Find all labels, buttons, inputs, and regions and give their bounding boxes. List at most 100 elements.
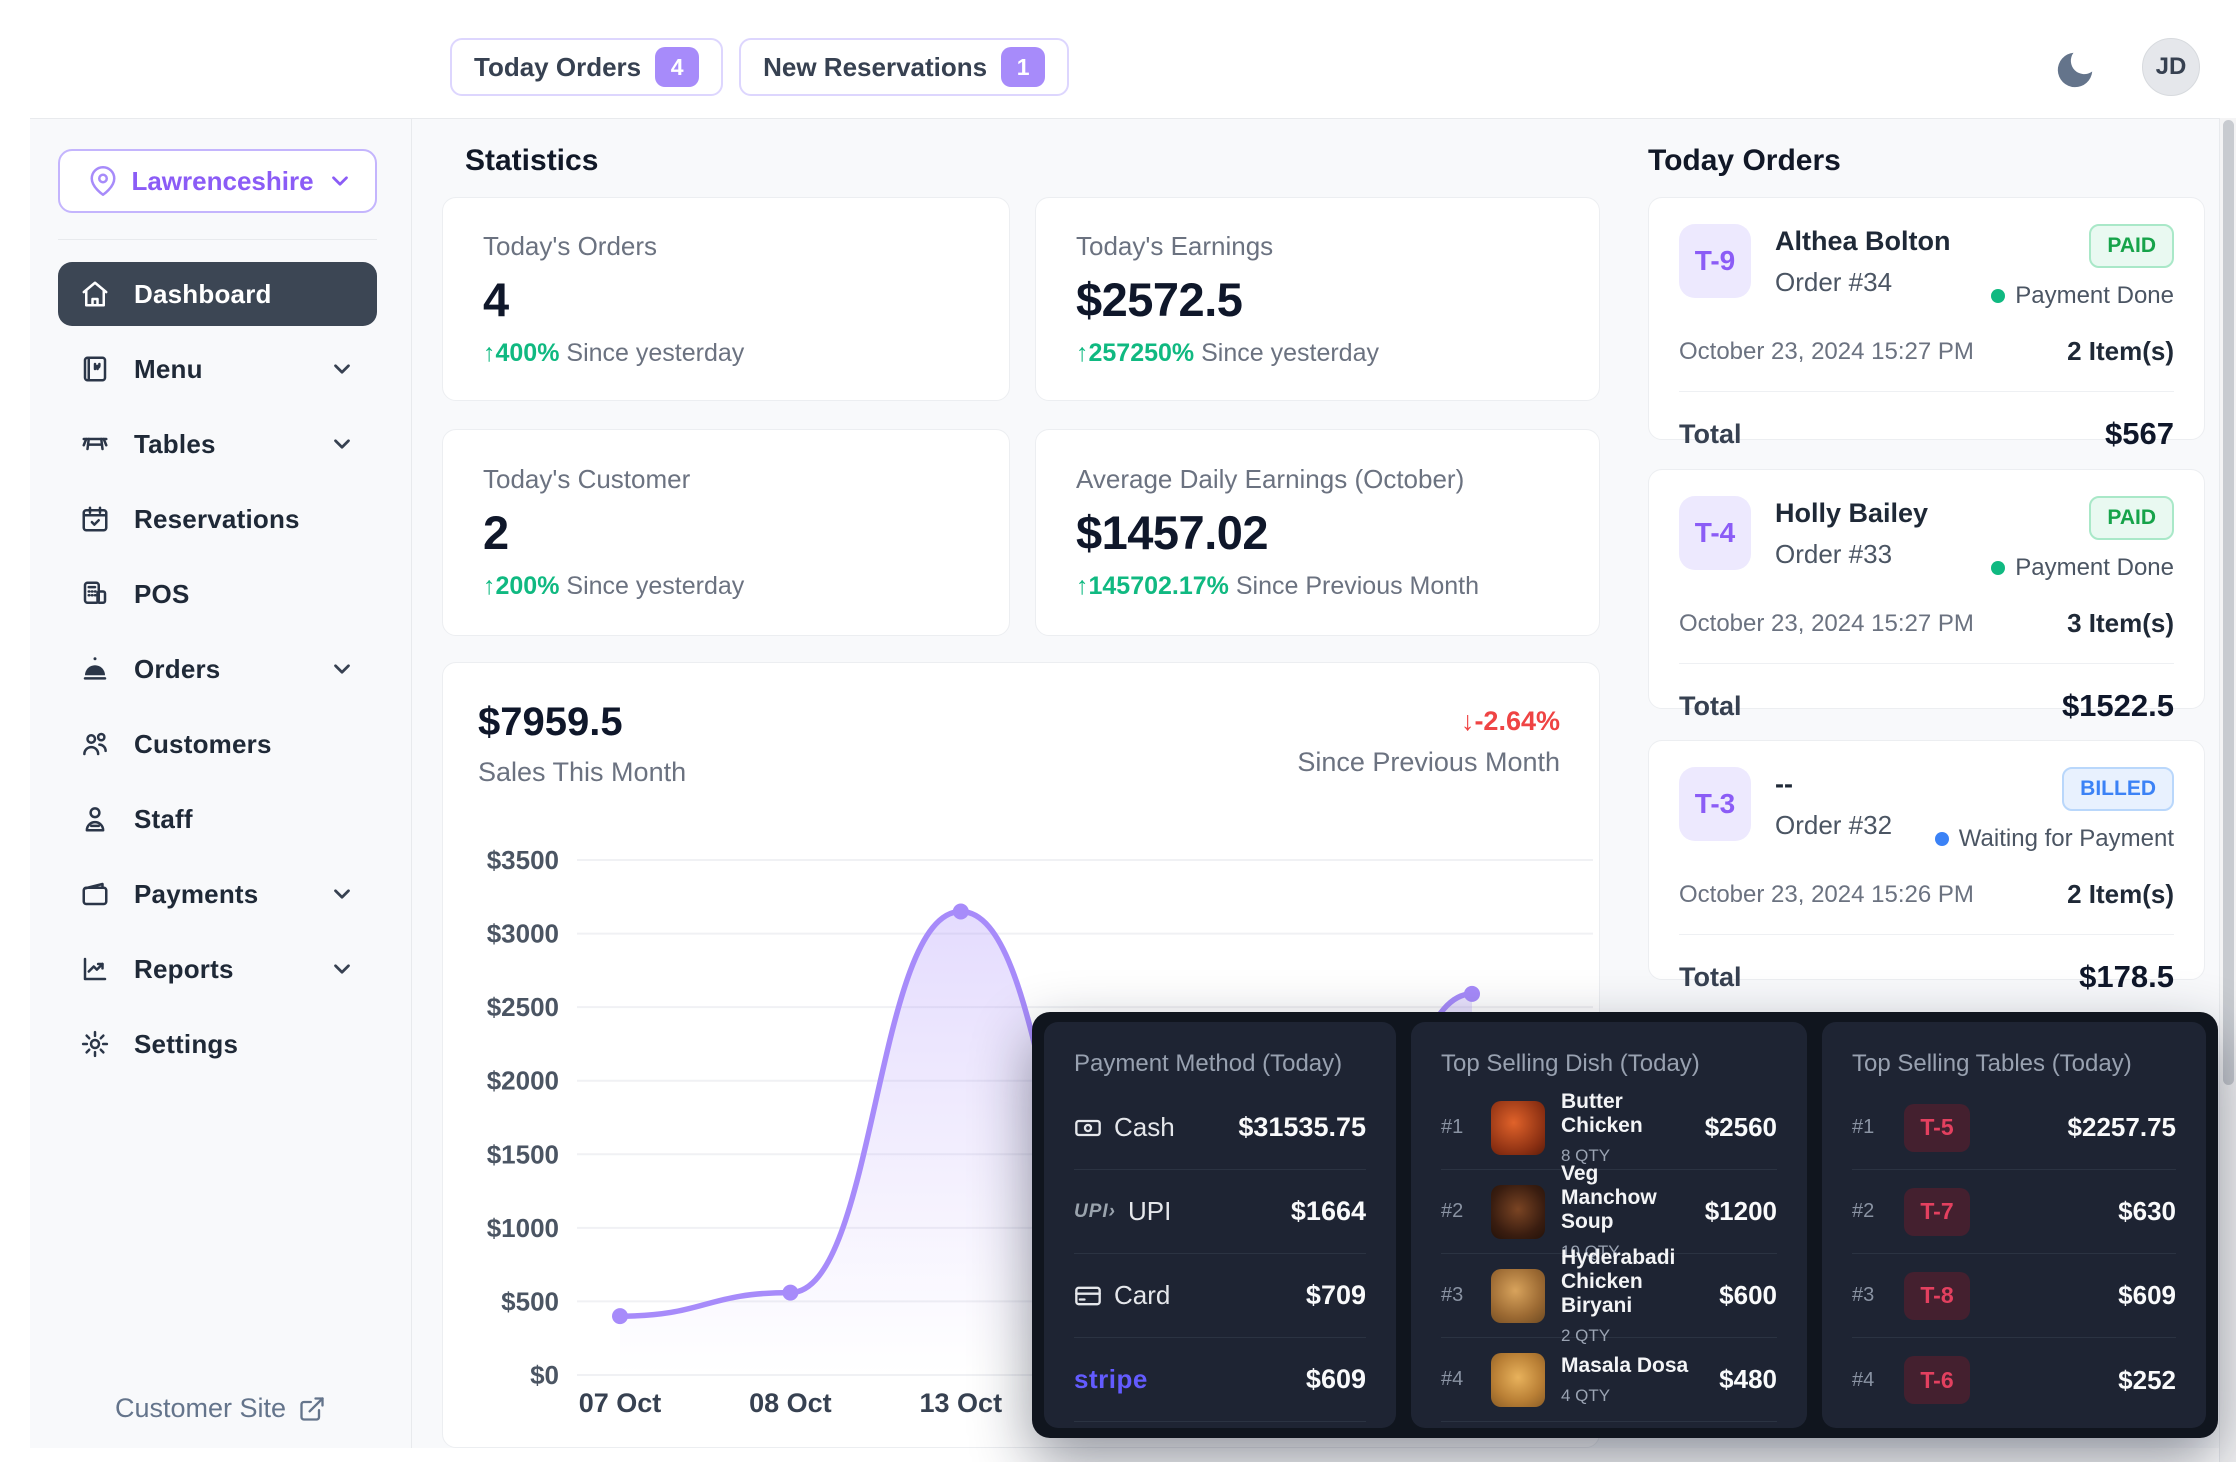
scrollbar-thumb[interactable]: [2223, 120, 2234, 1085]
order-card[interactable]: T-3 -- Order #32 BILLED Waiting for Paym…: [1648, 740, 2205, 980]
customer-site-link[interactable]: Customer Site: [30, 1393, 411, 1424]
header-quick-buttons: Today Orders 4 New Reservations 1: [450, 38, 1069, 96]
order-customer-name: Althea Bolton: [1775, 226, 1951, 257]
payment-status-dot: [1991, 561, 2005, 575]
table-row: #2 T-7 $630: [1852, 1170, 2176, 1254]
upi-logo: UPI›: [1074, 1201, 1116, 1223]
order-card[interactable]: T-4 Holly Bailey Order #33 PAID Payment …: [1648, 469, 2205, 709]
location-label: Lawrenceshire: [118, 166, 327, 197]
payment-method-name: UPI: [1128, 1196, 1171, 1227]
table-row: #1 T-5 $2257.75: [1852, 1086, 2176, 1170]
sidebar-item-staff[interactable]: Staff: [58, 787, 377, 851]
top-selling-tables-panel: Top Selling Tables (Today) #1 T-5 $2257.…: [1822, 1022, 2206, 1428]
customer-site-label: Customer Site: [115, 1393, 286, 1424]
dish-amount: $600: [1719, 1280, 1777, 1311]
order-total-label: Total: [1679, 419, 1742, 450]
sidebar-item-pos[interactable]: POS: [58, 562, 377, 626]
dish-amount: $2560: [1705, 1112, 1777, 1143]
order-card[interactable]: T-9 Althea Bolton Order #34 PAID Payment…: [1648, 197, 2205, 440]
today-orders-button[interactable]: Today Orders 4: [450, 38, 723, 96]
table-amount: $609: [2118, 1280, 2176, 1311]
payment-status-note: Payment Done: [2015, 282, 2174, 310]
dashboard-page: Today Orders 4 New Reservations 1 JD Law…: [0, 0, 2236, 1462]
svg-text:$2000: $2000: [487, 1066, 559, 1096]
cloche-icon: [80, 654, 110, 684]
order-item-count: 3 Item(s): [2067, 608, 2174, 639]
chevron-down-icon: [329, 656, 355, 682]
sidebar-item-label: Tables: [134, 429, 216, 460]
top-selling-tables-title: Top Selling Tables (Today): [1852, 1050, 2176, 1078]
sidebar-item-label: Payments: [134, 879, 258, 910]
stat-value: 2: [483, 505, 969, 560]
stat-label: Today's Earnings: [1076, 231, 1559, 262]
staff-person-icon: [80, 804, 110, 834]
order-total-amount: $178.5: [2079, 959, 2174, 995]
dish-name: Hyderabadi Chicken Biryani: [1561, 1246, 1703, 1318]
order-number: Order #33: [1775, 539, 1928, 570]
stat-delta-pct: 400%: [496, 339, 560, 367]
pos-terminal-icon: [80, 579, 110, 609]
dark-mode-toggle[interactable]: [2052, 44, 2104, 96]
order-timestamp: October 23, 2024 15:27 PM: [1679, 610, 1974, 638]
order-item-count: 2 Item(s): [2067, 336, 2174, 367]
dish-rank: #2: [1441, 1200, 1475, 1223]
order-total-label: Total: [1679, 962, 1742, 993]
order-total-amount: $567: [2105, 416, 2174, 452]
sidebar-item-payments[interactable]: Payments: [58, 862, 377, 926]
stat-delta-pct: 145702.17%: [1089, 572, 1229, 600]
dish-row: #1 Butter Chicken 8 QTY $2560: [1441, 1086, 1777, 1170]
dish-image: [1491, 1269, 1545, 1323]
dish-qty: 4 QTY: [1561, 1386, 1688, 1406]
order-total-amount: $1522.5: [2062, 688, 2174, 724]
chevron-down-icon: [327, 168, 353, 194]
dish-rank: #3: [1441, 1284, 1475, 1307]
sidebar-item-settings[interactable]: Settings: [58, 1012, 377, 1076]
arrow-up-icon: ↑: [483, 339, 496, 367]
stat-delta-note: Since Previous Month: [1236, 572, 1479, 600]
table-rank: #3: [1852, 1284, 1886, 1307]
order-timestamp: October 23, 2024 15:26 PM: [1679, 881, 1974, 909]
dish-rank: #1: [1441, 1116, 1475, 1139]
avatar[interactable]: JD: [2142, 38, 2200, 96]
dish-name: Veg Manchow Soup: [1561, 1162, 1689, 1234]
sales-summary: $7959.5 Sales This Month: [478, 700, 686, 788]
sidebar-item-dashboard[interactable]: Dashboard: [58, 262, 377, 326]
divider: [1679, 934, 2174, 935]
svg-text:$2500: $2500: [487, 992, 559, 1022]
order-customer-name: Holly Bailey: [1775, 498, 1928, 529]
today-insights-overlay: Payment Method (Today) Cash $31535.75 UP…: [1032, 1012, 2218, 1438]
sidebar-item-orders[interactable]: Orders: [58, 637, 377, 701]
new-reservations-button[interactable]: New Reservations 1: [739, 38, 1069, 96]
sales-delta-note: Since Previous Month: [1040, 747, 1560, 778]
chevron-down-icon: [329, 431, 355, 457]
stat-delta-pct: 257250%: [1089, 339, 1195, 367]
sidebar: Lawrenceshire Dashboard Menu Tables Rese…: [30, 119, 412, 1448]
sidebar-item-reservations[interactable]: Reservations: [58, 487, 377, 551]
stat-card-todays-earnings: Today's Earnings $2572.5 ↑257250% Since …: [1035, 197, 1600, 401]
order-table-badge: T-4: [1679, 496, 1751, 570]
svg-text:$1000: $1000: [487, 1213, 559, 1243]
table-row: #4 T-6 $252: [1852, 1338, 2176, 1422]
sidebar-item-label: Settings: [134, 1029, 238, 1060]
scrollbar-track[interactable]: [2219, 118, 2236, 1462]
divider: [1679, 391, 2174, 392]
sidebar-item-menu[interactable]: Menu: [58, 337, 377, 401]
stat-label: Today's Customer: [483, 464, 969, 495]
sidebar-item-reports[interactable]: Reports: [58, 937, 377, 1001]
table-icon: [80, 429, 110, 459]
today-orders-title: Today Orders: [1648, 144, 1841, 178]
svg-text:$3000: $3000: [487, 919, 559, 949]
calendar-check-icon: [80, 504, 110, 534]
table-badge: T-5: [1904, 1104, 1970, 1152]
table-amount: $252: [2118, 1365, 2176, 1396]
wallet-icon: [80, 879, 110, 909]
status-badge: PAID: [2089, 496, 2174, 540]
svg-text:$3500: $3500: [487, 845, 559, 875]
sidebar-item-tables[interactable]: Tables: [58, 412, 377, 476]
order-total-label: Total: [1679, 691, 1742, 722]
sidebar-item-customers[interactable]: Customers: [58, 712, 377, 776]
svg-text:$1500: $1500: [487, 1139, 559, 1169]
gear-icon: [80, 1029, 110, 1059]
payment-row: Cash $31535.75: [1074, 1086, 1366, 1170]
location-selector[interactable]: Lawrenceshire: [58, 149, 377, 213]
